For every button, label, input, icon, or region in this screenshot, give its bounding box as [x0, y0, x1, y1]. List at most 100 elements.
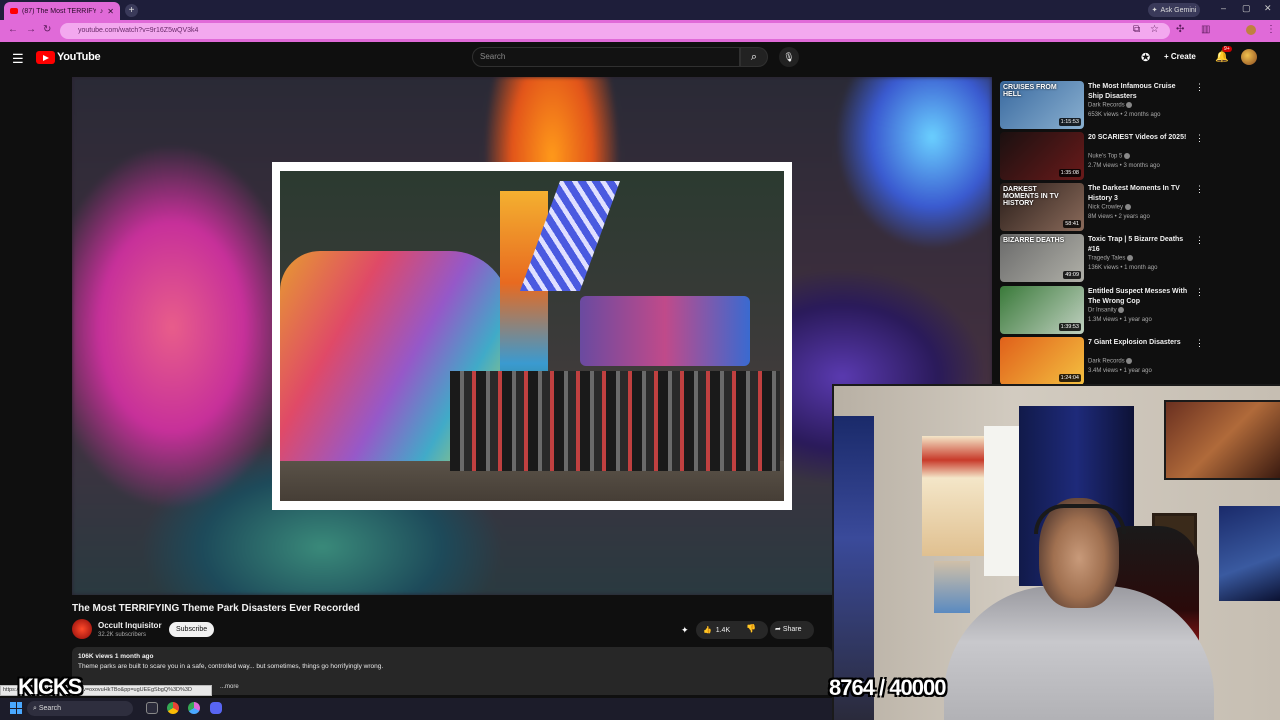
- microphone-icon[interactable]: 🎙: [779, 47, 799, 67]
- user-avatar[interactable]: [1241, 49, 1257, 65]
- address-bar[interactable]: youtube.com/watch?v=9r16Z5wQV3k4: [60, 23, 1170, 39]
- recommendation-title[interactable]: 7 Giant Explosion Disasters: [1088, 338, 1192, 348]
- taskbar-search[interactable]: ⌕ Search: [27, 701, 133, 716]
- close-window-button[interactable]: ✕: [1264, 3, 1272, 14]
- recommendation-item[interactable]: 1:24:04 7 Giant Explosion Disasters Dark R…: [1000, 337, 1204, 385]
- browser-tab-active[interactable]: (87) The Most TERRIFYING... ♪ ✕: [4, 2, 120, 20]
- video-thumbnail[interactable]: BIZARRE DEATHS 49:09: [1000, 234, 1084, 282]
- video-duration: 1:24:04: [1058, 374, 1081, 382]
- chrome-profile-icon[interactable]: [188, 702, 200, 714]
- recommendation-title[interactable]: Toxic Trap | 5 Bizarre Deaths #16: [1088, 235, 1192, 254]
- verified-icon: [1118, 307, 1125, 313]
- maximize-button[interactable]: ▢: [1242, 3, 1251, 14]
- recommendation-meta: 3.4M views • 1 year ago: [1088, 368, 1152, 374]
- like-button[interactable]: 👍 1.4K: [696, 621, 768, 639]
- show-more-link[interactable]: ...more: [220, 684, 239, 690]
- thumbs-down-icon[interactable]: 👎: [746, 624, 756, 633]
- more-options-icon[interactable]: ⋮: [1195, 133, 1204, 144]
- description-text: Theme parks are built to scare you in a …: [78, 663, 384, 670]
- channel-avatar[interactable]: [72, 619, 92, 639]
- search-icon[interactable]: ⌕: [740, 47, 768, 67]
- sparkle-icon: ✦: [1151, 7, 1158, 14]
- search-input[interactable]: Search: [472, 47, 740, 67]
- verified-icon: [1126, 102, 1133, 108]
- video-thumbnail[interactable]: CRUISES FROM HELL 1:15:53: [1000, 81, 1084, 129]
- profile-avatar-icon[interactable]: [1246, 25, 1256, 35]
- subscribe-button[interactable]: Subscribe: [169, 622, 215, 637]
- boxing-poster: [922, 436, 984, 556]
- recommendation-title[interactable]: 20 SCARIEST Videos of 2025!: [1088, 133, 1192, 143]
- ask-gemini-button[interactable]: ✦ Ask Gemini: [1148, 3, 1200, 17]
- recommendation-item[interactable]: BIZARRE DEATHS 49:09 Toxic Trap | 5 Bizarr…: [1000, 234, 1204, 282]
- windows-start-icon[interactable]: [10, 702, 22, 714]
- recommendation-channel[interactable]: Dark Records: [1088, 358, 1133, 365]
- extensions-icon[interactable]: ✣: [1176, 24, 1184, 35]
- video-duration: 1:15:53: [1058, 118, 1081, 126]
- create-button[interactable]: + Create: [1158, 49, 1202, 65]
- recommendation-meta: 1.3M views • 1 year ago: [1088, 317, 1152, 323]
- channel-name[interactable]: Occult Inquisitor: [98, 621, 162, 630]
- reload-icon[interactable]: ↻: [43, 24, 51, 35]
- hamburger-menu-icon[interactable]: ☰: [12, 51, 24, 67]
- recommendation-item[interactable]: DARKEST MOMENTS IN TV HISTORY 58:41 The Da…: [1000, 183, 1204, 231]
- recommendation-channel[interactable]: Nick Crowley: [1088, 204, 1131, 211]
- recommendation-channel[interactable]: Tragedy Tales: [1088, 255, 1134, 262]
- bookmark-star-icon[interactable]: ☆: [1150, 24, 1159, 35]
- cast-icon[interactable]: ✪: [1141, 51, 1150, 64]
- more-options-icon[interactable]: ⋮: [1195, 287, 1204, 298]
- channel-label: Dark Records: [1088, 102, 1125, 109]
- more-options-icon[interactable]: ⋮: [1195, 82, 1204, 93]
- ask-ai-icon[interactable]: ✦: [681, 625, 689, 636]
- recommendation-item[interactable]: 1:39:53 Entitled Suspect Messes With The …: [1000, 286, 1204, 334]
- task-view-icon[interactable]: [146, 702, 158, 714]
- recommendation-channel[interactable]: Nuke's Top 5: [1088, 153, 1131, 160]
- recommendation-item[interactable]: 1:35:08 20 SCARIEST Videos of 2025! Nuke's…: [1000, 132, 1204, 180]
- browser-menu-icon[interactable]: ⋮: [1266, 24, 1276, 35]
- recommendation-channel[interactable]: Dr Insanity: [1088, 307, 1125, 314]
- channel-label: Dark Records: [1088, 358, 1125, 365]
- video-frame-image: [280, 171, 784, 501]
- create-label: Create: [1170, 52, 1196, 61]
- share-icon: ➦: [775, 626, 783, 633]
- video-thumbnail[interactable]: 1:24:04: [1000, 337, 1084, 385]
- kicks-overlay-text: KICKS: [18, 674, 82, 699]
- recommendation-channel[interactable]: Dark Records: [1088, 102, 1133, 109]
- subscriber-count: 32.2K subscribers: [98, 632, 147, 638]
- webcam-overlay: [832, 384, 1280, 720]
- minimize-button[interactable]: –: [1221, 3, 1226, 13]
- new-tab-button[interactable]: +: [125, 4, 138, 17]
- verified-icon: [1126, 358, 1133, 364]
- share-button[interactable]: ➦ Share: [770, 621, 814, 639]
- video-duration: 1:35:08: [1058, 169, 1081, 177]
- ride-gondola: [580, 296, 750, 366]
- crowd: [450, 371, 780, 471]
- youtube-logo-text[interactable]: YouTube: [57, 51, 101, 63]
- recommendation-title[interactable]: Entitled Suspect Messes With The Wrong C…: [1088, 287, 1192, 306]
- close-tab-icon[interactable]: ✕: [107, 7, 114, 16]
- more-options-icon[interactable]: ⋮: [1195, 235, 1204, 246]
- more-options-icon[interactable]: ⋮: [1195, 184, 1204, 195]
- browser-tab-bar: [0, 0, 1280, 20]
- video-thumbnail[interactable]: DARKEST MOMENTS IN TV HISTORY 58:41: [1000, 183, 1084, 231]
- youtube-logo-icon[interactable]: [36, 51, 55, 64]
- small-poster: [934, 561, 970, 613]
- verified-icon: [1127, 255, 1134, 261]
- video-thumbnail[interactable]: 1:35:08: [1000, 132, 1084, 180]
- sidepanel-icon[interactable]: ▥: [1201, 24, 1210, 35]
- recommendation-title[interactable]: The Most Infamous Cruise Ship Disasters: [1088, 82, 1192, 101]
- channel-label: Dr Insanity: [1088, 307, 1117, 314]
- sub-goal-counter: 8764 / 40000: [829, 675, 946, 700]
- recommendation-item[interactable]: CRUISES FROM HELL 1:15:53 The Most Infamou…: [1000, 81, 1204, 129]
- more-options-icon[interactable]: ⋮: [1195, 338, 1204, 349]
- install-icon[interactable]: ⧉: [1133, 24, 1140, 35]
- recommendation-title[interactable]: The Darkest Moments In TV History 3: [1088, 184, 1192, 203]
- recommendation-meta: 653K views • 2 months ago: [1088, 112, 1161, 118]
- chrome-icon[interactable]: [167, 702, 179, 714]
- landscape-painting: [1164, 400, 1280, 480]
- like-count: 1.4K: [715, 626, 731, 634]
- video-thumbnail[interactable]: 1:39:53: [1000, 286, 1084, 334]
- forward-icon[interactable]: →: [26, 24, 36, 35]
- speaker-icon[interactable]: ♪: [100, 8, 104, 15]
- back-icon[interactable]: ←: [8, 24, 18, 35]
- discord-icon[interactable]: [210, 702, 222, 714]
